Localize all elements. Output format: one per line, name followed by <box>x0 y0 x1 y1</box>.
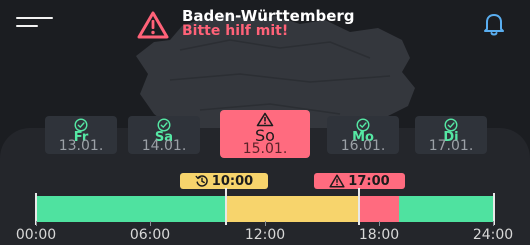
hour-tick <box>265 221 266 226</box>
hour-tick <box>36 221 37 226</box>
hour-label: 06:00 <box>129 227 171 243</box>
timeline-segment-yellow <box>226 196 360 222</box>
alert-time-text: 17:00 <box>348 173 390 189</box>
menu-button[interactable] <box>16 15 56 35</box>
timeline-segment-red <box>360 196 399 222</box>
hour-label: 00:00 <box>15 227 57 243</box>
history-clock-icon <box>195 175 208 187</box>
timeline-segment-green <box>36 196 226 222</box>
timeline-bar <box>36 196 494 222</box>
day-date: 15.01. <box>242 141 288 157</box>
start-time-marker <box>225 188 227 225</box>
warning-triangle-icon <box>256 112 274 127</box>
hour-label: 12:00 <box>244 227 286 243</box>
timeline-segment-green <box>399 196 494 222</box>
alert-time-badge: 17:00 <box>314 173 405 189</box>
hour-tick <box>150 221 151 226</box>
warning-triangle-icon <box>329 174 345 188</box>
start-time-text: 10:00 <box>211 173 254 189</box>
bell-icon[interactable] <box>480 10 508 38</box>
hour-label: 18:00 <box>358 227 400 243</box>
alert-time-marker <box>358 188 360 225</box>
day-date: 16.01. <box>340 138 386 154</box>
day-card-sunday[interactable]: So 15.01. <box>220 110 310 158</box>
hour-tick <box>379 221 380 226</box>
start-time-badge: 10:00 <box>180 173 268 189</box>
hour-tick <box>493 221 494 226</box>
app-screen: Baden-Württemberg Bitte hilf mit! Fr 13.… <box>0 0 530 245</box>
day-date: 17.01. <box>428 138 474 154</box>
day-date: 13.01. <box>58 138 104 154</box>
hour-label: 24:00 <box>472 227 514 243</box>
alert-subtitle: Bitte hilf mit! <box>182 23 289 39</box>
warning-triangle-icon <box>137 11 169 39</box>
day-date: 14.01. <box>141 138 187 154</box>
